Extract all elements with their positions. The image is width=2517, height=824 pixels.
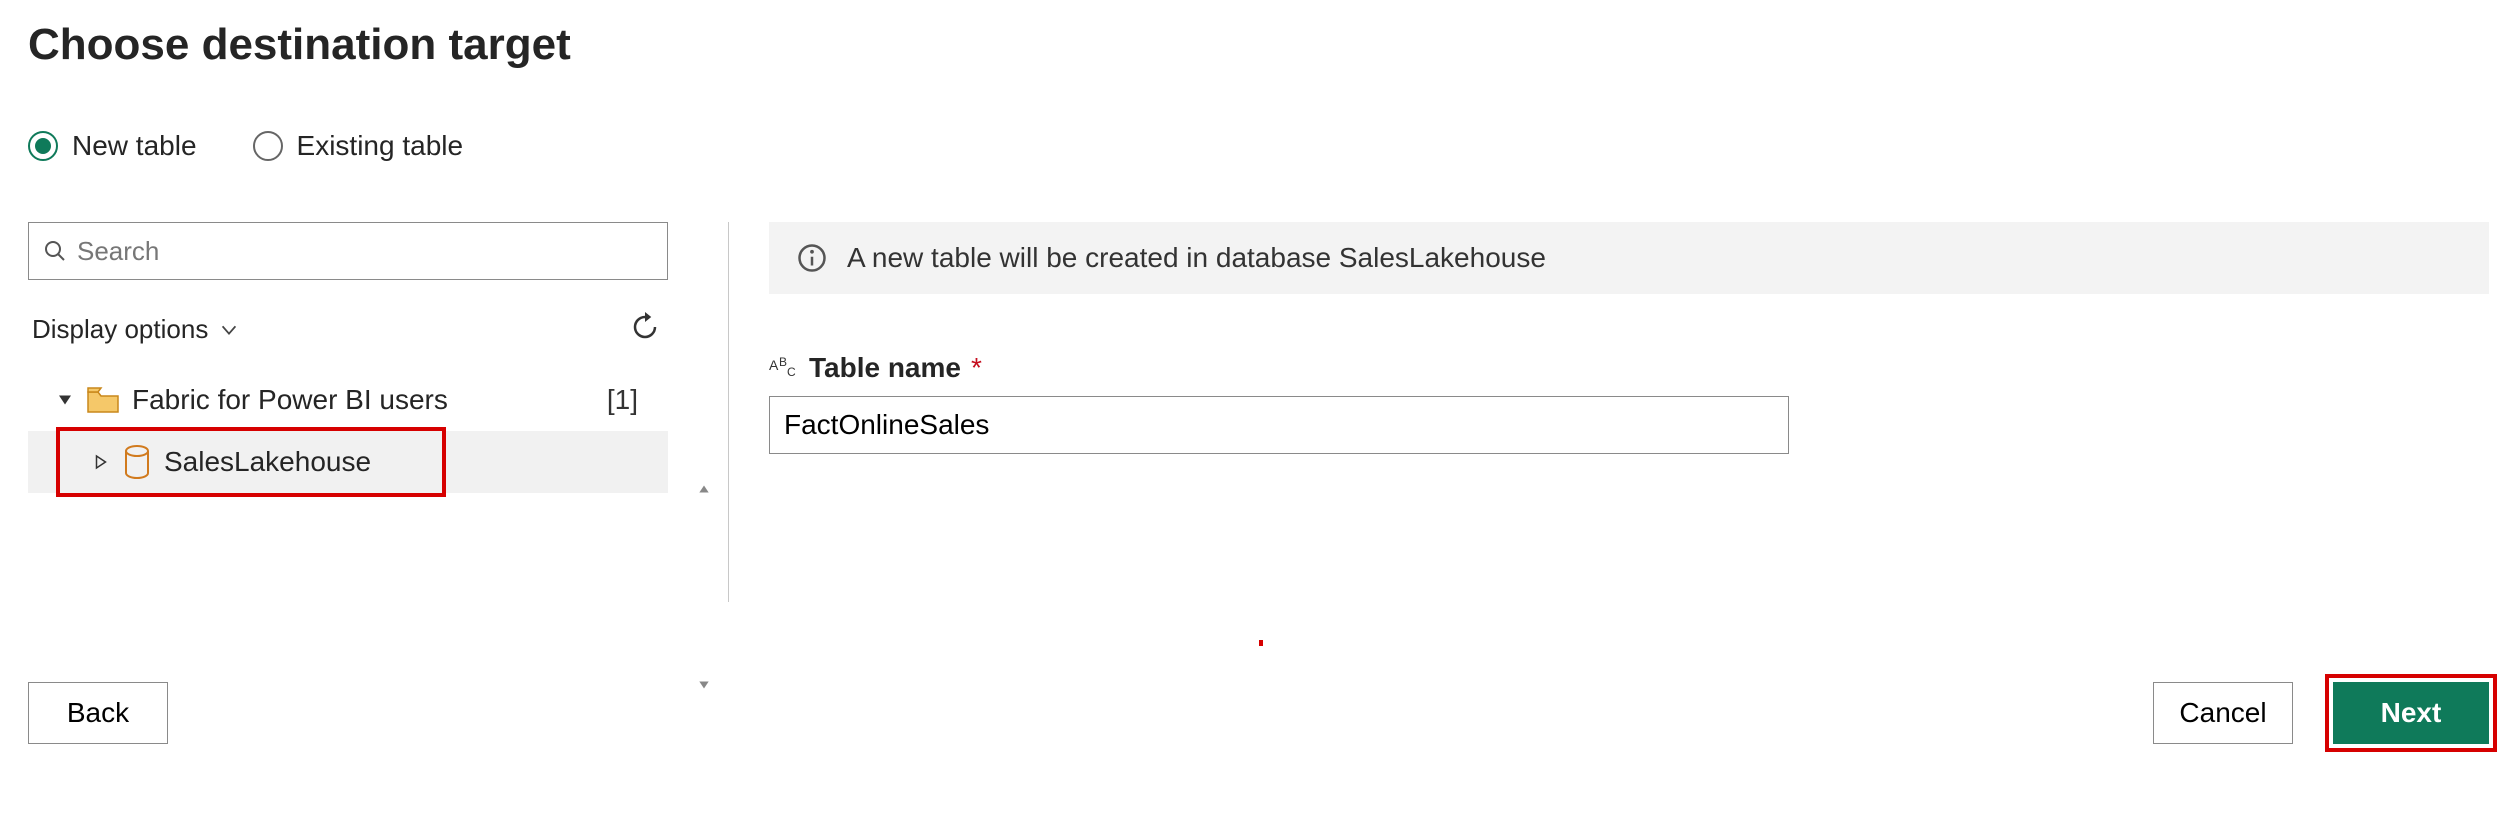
footer: Back Cancel Next bbox=[28, 682, 2489, 744]
annotation-dot bbox=[1259, 640, 1263, 646]
tree-row-root[interactable]: Fabric for Power BI users [1] bbox=[28, 369, 668, 431]
search-icon bbox=[43, 239, 67, 263]
radio-new-table-label: New table bbox=[72, 130, 197, 162]
info-icon bbox=[797, 243, 827, 273]
info-banner: A new table will be created in database … bbox=[769, 222, 2489, 294]
scroll-up-icon bbox=[697, 482, 711, 496]
display-options-label: Display options bbox=[32, 314, 208, 345]
page-title: Choose destination target bbox=[28, 20, 2489, 70]
left-panel: Display options Fabric for Power BI user… bbox=[28, 222, 728, 602]
required-asterisk: * bbox=[971, 352, 982, 384]
svg-text:B: B bbox=[779, 356, 787, 369]
table-mode-radios: New table Existing table bbox=[28, 130, 2489, 162]
info-text: A new table will be created in database … bbox=[847, 242, 1546, 274]
folder-icon bbox=[86, 386, 120, 414]
radio-existing-table[interactable]: Existing table bbox=[253, 130, 464, 162]
refresh-icon bbox=[630, 312, 660, 342]
chevron-down-icon bbox=[218, 319, 240, 341]
scroll-down-icon bbox=[697, 678, 711, 692]
table-name-label: Table name bbox=[809, 352, 961, 384]
refresh-button[interactable] bbox=[626, 308, 664, 351]
radio-unselected-icon bbox=[253, 131, 283, 161]
tree-child-label: SalesLakehouse bbox=[164, 446, 668, 478]
svg-text:A: A bbox=[769, 357, 779, 373]
svg-text:C: C bbox=[787, 365, 796, 379]
tree-root-label: Fabric for Power BI users bbox=[132, 384, 595, 416]
triangle-right-icon bbox=[92, 453, 110, 471]
radio-selected-icon bbox=[28, 131, 58, 161]
search-input[interactable] bbox=[77, 236, 653, 267]
scrollbar[interactable] bbox=[694, 482, 714, 692]
destination-tree: Fabric for Power BI users [1] SalesLakeh… bbox=[28, 369, 668, 493]
vertical-divider bbox=[728, 222, 729, 602]
right-panel: A new table will be created in database … bbox=[769, 222, 2489, 602]
radio-existing-table-label: Existing table bbox=[297, 130, 464, 162]
search-box[interactable] bbox=[28, 222, 668, 280]
triangle-down-icon bbox=[56, 391, 74, 409]
tree-root-count: [1] bbox=[607, 384, 668, 416]
table-name-input[interactable] bbox=[769, 396, 1789, 454]
display-options-dropdown[interactable]: Display options bbox=[32, 314, 240, 345]
tree-row-child[interactable]: SalesLakehouse bbox=[28, 431, 668, 493]
next-button[interactable]: Next bbox=[2333, 682, 2489, 744]
cancel-button[interactable]: Cancel bbox=[2153, 682, 2293, 744]
abc-icon: ABC bbox=[769, 356, 799, 380]
database-icon bbox=[122, 445, 152, 479]
table-name-label-row: ABC Table name * bbox=[769, 352, 2489, 384]
back-button[interactable]: Back bbox=[28, 682, 168, 744]
radio-new-table[interactable]: New table bbox=[28, 130, 197, 162]
